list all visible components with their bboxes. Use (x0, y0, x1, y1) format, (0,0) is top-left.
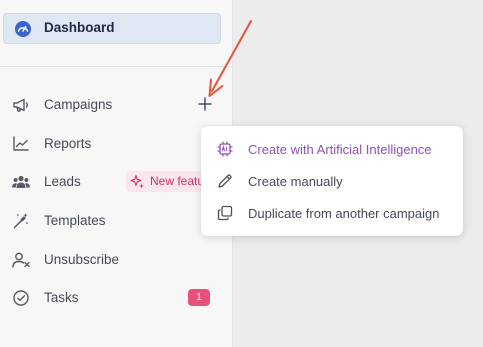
sidebar-item-label: Templates (44, 213, 106, 228)
sparkle-icon (130, 174, 144, 189)
chart-line-icon (13, 136, 29, 151)
new-feature-badge-text: New featu (150, 174, 205, 188)
sidebar-item-label: Reports (44, 136, 92, 151)
ai-chip-icon (217, 141, 233, 157)
sidebar-item-label: Dashboard (44, 20, 115, 35)
sidebar-item-tasks[interactable]: Tasks 1 (0, 283, 233, 313)
sidebar-item-campaigns[interactable]: Campaigns (0, 90, 233, 120)
menu-item-label: Create with Artificial Intelligence (248, 142, 432, 157)
user-x-icon (12, 252, 30, 268)
menu-item-duplicate-campaign[interactable]: Duplicate from another campaign (201, 198, 463, 228)
menu-item-create-with-ai[interactable]: Create with Artificial Intelligence (201, 134, 463, 164)
sidebar-divider (0, 66, 233, 67)
users-icon (12, 175, 30, 188)
sidebar-item-label: Tasks (44, 290, 79, 305)
menu-item-label: Create manually (248, 174, 343, 189)
check-circle-icon (13, 290, 29, 306)
pencil-icon (218, 174, 232, 188)
sidebar: Dashboard Campaigns Reports Leads New fe… (0, 0, 233, 347)
sidebar-item-leads[interactable]: Leads New featu (0, 167, 233, 197)
magic-wand-icon (13, 213, 29, 229)
menu-item-create-manually[interactable]: Create manually (201, 166, 463, 196)
copy-icon (217, 205, 233, 221)
megaphone-icon (13, 98, 28, 112)
sidebar-item-templates[interactable]: Templates (0, 206, 233, 236)
menu-item-label: Duplicate from another campaign (248, 206, 440, 221)
create-campaign-menu: Create with Artificial Intelligence Crea… (201, 126, 463, 236)
tasks-count-badge: 1 (188, 289, 210, 306)
dashboard-gauge-icon (15, 21, 31, 37)
sidebar-item-reports[interactable]: Reports (0, 129, 233, 159)
sidebar-item-dashboard[interactable]: Dashboard (3, 13, 221, 44)
sidebar-item-label: Unsubscribe (44, 252, 120, 267)
sidebar-item-unsubscribe[interactable]: Unsubscribe (0, 245, 233, 275)
sidebar-item-label: Leads (44, 174, 81, 189)
sidebar-item-label: Campaigns (44, 97, 113, 112)
add-campaign-plus-icon[interactable] (196, 95, 214, 113)
